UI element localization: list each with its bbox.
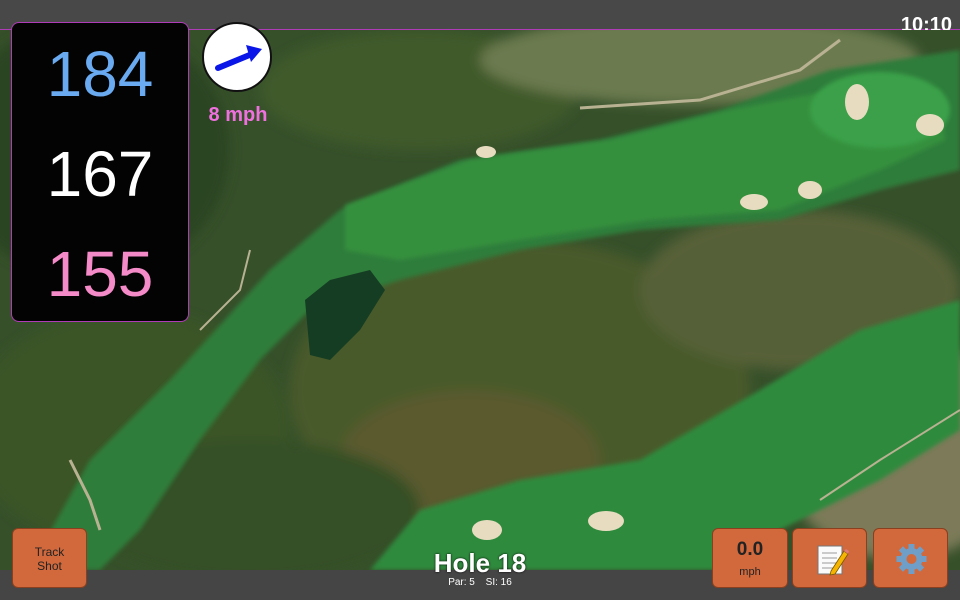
- distance-back: 184: [46, 38, 154, 110]
- notepad-icon: [817, 545, 849, 576]
- hole-info: Par: 5 SI: 16: [380, 577, 580, 588]
- notes-button[interactable]: [792, 528, 867, 588]
- speed-unit: mph: [739, 566, 761, 578]
- gear-icon: [896, 544, 927, 574]
- track-shot-button[interactable]: Track Shot: [12, 528, 87, 588]
- distance-middle: 167: [46, 138, 154, 210]
- hole-si: SI: 16: [485, 577, 512, 588]
- speed-value: 0.0: [736, 539, 764, 560]
- hole-title: Hole 18: [433, 548, 527, 578]
- wind-speed: 8 mph: [208, 104, 268, 126]
- hole-par: Par: 5: [448, 577, 475, 588]
- track-shot-label-line2: Shot: [37, 559, 62, 573]
- wind-direction-indicator: [202, 22, 272, 92]
- settings-button[interactable]: [873, 528, 948, 588]
- distance-front: 155: [46, 238, 154, 310]
- distance-panel: 184 167 155: [11, 22, 189, 322]
- track-shot-label-line1: Track: [34, 545, 65, 559]
- wind-arrow-icon: [215, 45, 262, 71]
- speed-button[interactable]: 0.0 mph: [712, 528, 788, 588]
